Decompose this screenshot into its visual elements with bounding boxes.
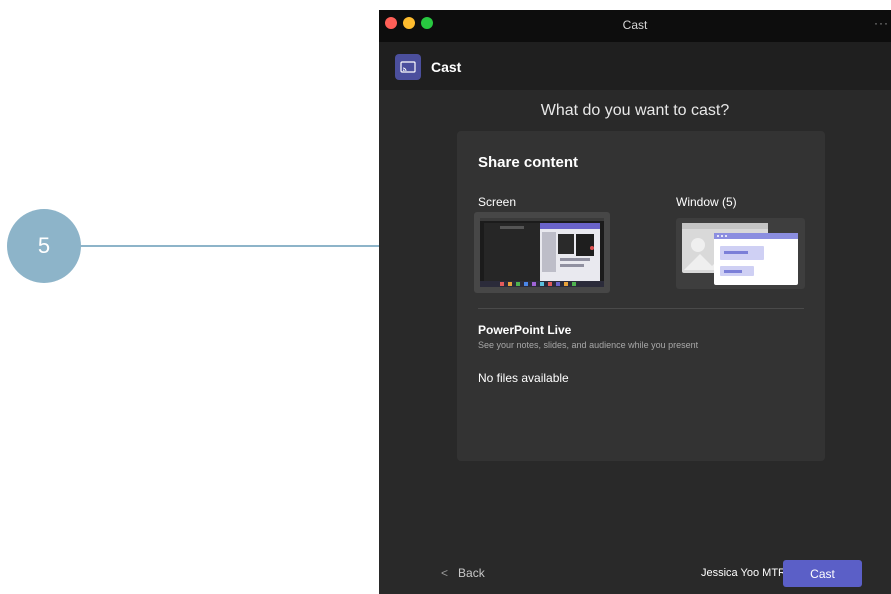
section-divider <box>478 308 804 309</box>
window-title: Cast <box>622 18 648 32</box>
screen-share-thumbnail[interactable] <box>474 212 610 293</box>
header-title: Cast <box>431 59 462 75</box>
cast-button[interactable]: Cast <box>783 560 862 587</box>
back-label: Back <box>458 566 485 580</box>
chevron-left-icon: < <box>441 566 449 580</box>
window-share-thumbnail[interactable] <box>676 218 805 289</box>
window-illustration-icon <box>682 223 798 285</box>
title-bar: Cast ··· <box>379 10 891 42</box>
cast-window: Cast ··· Cast What do you want to cast? … <box>379 10 891 594</box>
cast-icon <box>395 54 421 80</box>
callout-line <box>80 245 423 247</box>
screen-preview-image <box>480 218 604 287</box>
window-option-label: Window (5) <box>676 195 737 209</box>
cast-button-label: Cast <box>810 566 835 581</box>
callout-number: 5 <box>37 233 51 258</box>
share-content-title: Share content <box>478 154 579 171</box>
powerpoint-live-description: See your notes, slides, and audience whi… <box>478 340 699 350</box>
more-options-icon[interactable]: ··· <box>874 16 889 30</box>
page-title: What do you want to cast? <box>540 102 730 119</box>
powerpoint-live-title: PowerPoint Live <box>478 323 572 337</box>
screen-option-label: Screen <box>478 195 517 209</box>
no-files-message: No files available <box>478 371 569 385</box>
share-content-panel: Share content Screen Window (5) PowerPoi… <box>457 131 825 461</box>
back-button[interactable]: < Back <box>441 566 485 580</box>
callout-badge: 5 <box>7 209 81 283</box>
app-header: Cast <box>379 42 891 90</box>
device-name: Jessica Yoo MTR <box>701 567 786 579</box>
